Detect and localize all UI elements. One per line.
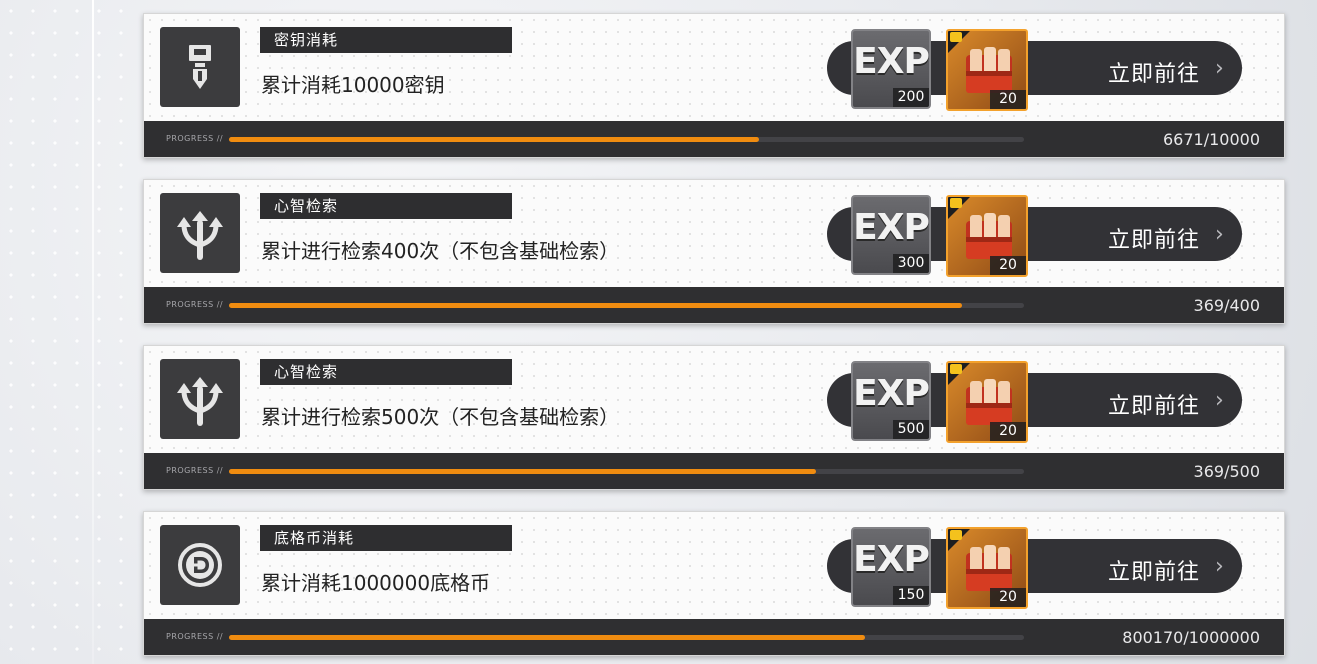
background-dot-pattern (0, 0, 140, 664)
progress-count: 800170/1000000 (1122, 628, 1260, 647)
exp-reward[interactable]: EXP 300 (851, 195, 931, 275)
progress-track (229, 303, 1024, 308)
progress-count: 6671/10000 (1162, 130, 1260, 149)
box-badge-icon (950, 530, 962, 540)
go-button-label[interactable]: 立即前往 (1108, 554, 1200, 586)
progress-fill (229, 303, 963, 308)
item-reward-count: 20 (990, 90, 1026, 109)
item-reward[interactable]: 20 (946, 195, 1028, 277)
chevron-right-icon[interactable]: › (1215, 554, 1224, 579)
key-icon (160, 27, 240, 107)
exp-reward-count: 150 (893, 586, 929, 605)
go-button-label[interactable]: 立即前往 (1108, 388, 1200, 420)
item-reward[interactable]: 20 (946, 361, 1028, 443)
quest-category-tag: 心智检索 (260, 359, 512, 385)
quest-category-tag: 心智检索 (260, 193, 512, 219)
box-badge-icon (950, 32, 962, 42)
progress-track (229, 469, 1024, 474)
item-reward-count: 20 (990, 256, 1026, 275)
quest-description: 累计进行检索400次（不包含基础检索） (261, 239, 620, 263)
progress-fill (229, 635, 866, 640)
exp-reward-count: 300 (893, 254, 929, 273)
progress-section: PROGRESS // 369/500 (144, 453, 1284, 489)
chevron-right-icon[interactable]: › (1215, 388, 1224, 413)
progress-count: 369/500 (1193, 462, 1260, 481)
quest-card: 密钥消耗 累计消耗10000密钥 立即前往 › EXP 200 20 PROGR… (143, 13, 1285, 158)
quest-card: 心智检索 累计进行检索400次（不包含基础检索） 立即前往 › EXP 300 … (143, 179, 1285, 324)
quest-card: 底格币消耗 累计消耗1000000底格币 立即前往 › EXP 150 20 P… (143, 511, 1285, 656)
progress-label: PROGRESS // (166, 134, 224, 143)
exp-reward[interactable]: EXP 200 (851, 29, 931, 109)
coin-icon (160, 525, 240, 605)
box-badge-icon (950, 364, 962, 374)
progress-label: PROGRESS // (166, 466, 224, 475)
quest-category-tag: 密钥消耗 (260, 27, 512, 53)
chevron-right-icon[interactable]: › (1215, 222, 1224, 247)
item-reward-count: 20 (990, 588, 1026, 607)
item-reward[interactable]: 20 (946, 527, 1028, 609)
exp-icon: EXP (853, 373, 929, 414)
quest-description: 累计消耗1000000底格币 (261, 571, 491, 595)
progress-section: PROGRESS // 369/400 (144, 287, 1284, 323)
quest-card: 心智检索 累计进行检索500次（不包含基础检索） 立即前往 › EXP 500 … (143, 345, 1285, 490)
go-button-label[interactable]: 立即前往 (1108, 56, 1200, 88)
progress-track (229, 635, 1024, 640)
background-line (92, 0, 94, 664)
progress-count: 369/400 (1193, 296, 1260, 315)
exp-reward[interactable]: EXP 500 (851, 361, 931, 441)
exp-reward-count: 200 (893, 88, 929, 107)
trident-icon (160, 193, 240, 273)
go-button-label[interactable]: 立即前往 (1108, 222, 1200, 254)
box-badge-icon (950, 198, 962, 208)
progress-label: PROGRESS // (166, 300, 224, 309)
progress-section: PROGRESS // 6671/10000 (144, 121, 1284, 157)
quest-description: 累计消耗10000密钥 (261, 73, 445, 97)
progress-fill (229, 469, 816, 474)
exp-icon: EXP (853, 41, 929, 82)
progress-track (229, 137, 1024, 142)
progress-label: PROGRESS // (166, 632, 224, 641)
quest-description: 累计进行检索500次（不包含基础检索） (261, 405, 620, 429)
exp-icon: EXP (853, 207, 929, 248)
quest-category-tag: 底格币消耗 (260, 525, 512, 551)
exp-reward-count: 500 (893, 420, 929, 439)
progress-fill (229, 137, 760, 142)
exp-reward[interactable]: EXP 150 (851, 527, 931, 607)
trident-icon (160, 359, 240, 439)
item-reward-count: 20 (990, 422, 1026, 441)
item-reward[interactable]: 20 (946, 29, 1028, 111)
exp-icon: EXP (853, 539, 929, 580)
progress-section: PROGRESS // 800170/1000000 (144, 619, 1284, 655)
chevron-right-icon[interactable]: › (1215, 56, 1224, 81)
